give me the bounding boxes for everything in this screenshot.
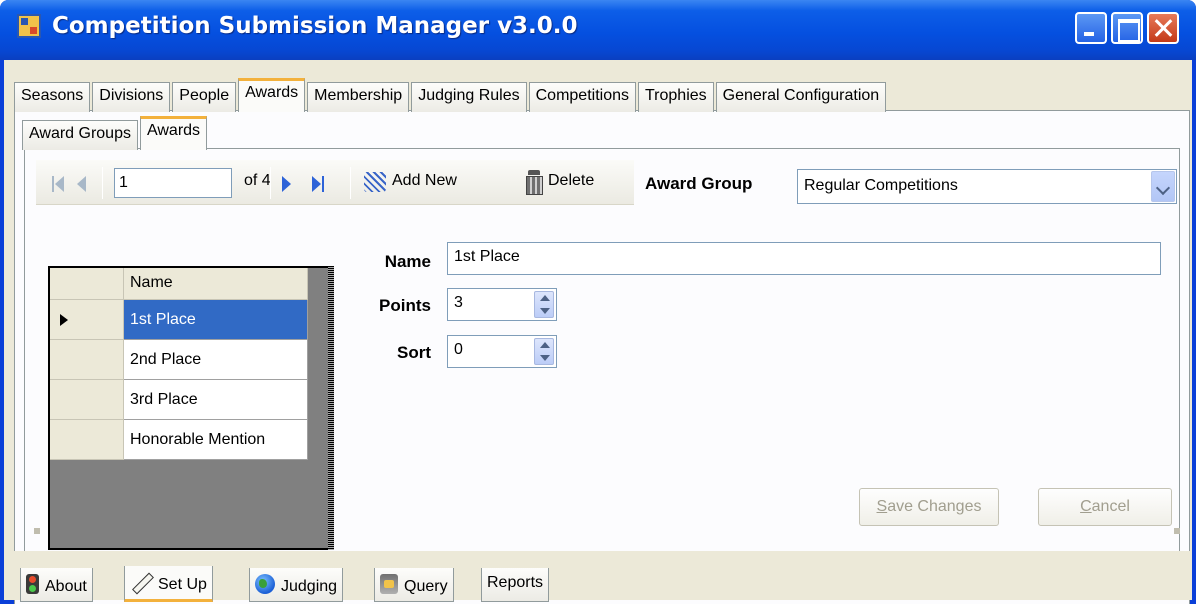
row-header[interactable]	[50, 340, 124, 380]
awards-grid[interactable]: Name 1st Place 2nd Place 3rd Place Honor…	[48, 266, 334, 550]
app-icon	[17, 14, 41, 38]
grid-cell-name[interactable]: Honorable Mention	[124, 420, 308, 460]
grid-cell-name[interactable]: 3rd Place	[124, 380, 308, 420]
tab-membership[interactable]: Membership	[307, 82, 410, 112]
tab-about[interactable]: About	[20, 568, 93, 602]
table-row[interactable]: 3rd Place	[50, 380, 308, 420]
name-input[interactable]: 1st Place	[447, 242, 1161, 275]
points-value: 3	[454, 294, 463, 311]
stepper-arrows-icon[interactable]	[534, 291, 554, 318]
title-bar[interactable]: Competition Submission Manager v3.0.0	[0, 0, 1196, 60]
tab-awards[interactable]: Awards	[238, 78, 306, 112]
cancel-button[interactable]: Cancel	[1038, 488, 1172, 526]
splitter-handle[interactable]	[328, 266, 334, 550]
position-input[interactable]: 1	[114, 168, 232, 198]
maximize-button[interactable]	[1111, 12, 1143, 44]
award-group-label: Award Group	[645, 174, 753, 193]
close-button[interactable]	[1147, 12, 1179, 44]
tab-set-up[interactable]: Set Up	[124, 566, 213, 602]
cancel-label: ancel	[1091, 498, 1130, 515]
table-row[interactable]: 2nd Place	[50, 340, 308, 380]
save-mnemonic: S	[876, 498, 888, 515]
cancel-mnemonic: C	[1080, 498, 1092, 515]
table-row[interactable]: Honorable Mention	[50, 420, 308, 460]
tab-general-configuration[interactable]: General Configuration	[715, 82, 887, 112]
window-title: Competition Submission Manager v3.0.0	[52, 13, 578, 39]
tab-query-label: Query	[404, 578, 448, 595]
tab-set-up-label: Set Up	[158, 576, 207, 593]
tab-seasons[interactable]: Seasons	[14, 82, 91, 112]
move-first-icon[interactable]	[52, 176, 66, 192]
toolbar-separator	[270, 167, 271, 199]
add-new-button[interactable]: Add New	[392, 172, 457, 190]
tab-trophies[interactable]: Trophies	[637, 82, 714, 112]
move-previous-icon[interactable]	[77, 176, 86, 192]
traffic-light-icon	[26, 574, 39, 594]
save-label: ave Changes	[887, 498, 982, 515]
column-header-name[interactable]: Name	[124, 268, 308, 300]
app-window: Competition Submission Manager v3.0.0 Se…	[0, 0, 1196, 604]
save-changes-button[interactable]: Save Changes	[859, 488, 999, 526]
award-group-selected: Regular Competitions	[804, 177, 958, 194]
row-header[interactable]	[50, 380, 124, 420]
grid-header-row: Name	[50, 268, 308, 300]
row-header[interactable]	[50, 300, 124, 340]
table-row[interactable]: 1st Place	[50, 300, 308, 340]
pencil-icon	[130, 572, 152, 592]
stepper-arrows-icon[interactable]	[534, 338, 554, 365]
toolbar-separator	[350, 167, 351, 199]
binding-navigator: 1 of 4 Add New Delete	[36, 160, 634, 205]
client-area: Seasons Divisions People Awards Membersh…	[4, 60, 1192, 604]
delete-icon[interactable]	[525, 170, 543, 195]
tab-competitions[interactable]: Competitions	[528, 82, 636, 112]
panel-grip	[34, 528, 40, 534]
sort-stepper[interactable]: 0	[447, 335, 557, 368]
award-group-select[interactable]: Regular Competitions	[797, 169, 1177, 204]
tab-query[interactable]: Query	[374, 568, 454, 602]
tab-judging-label: Judging	[281, 578, 338, 595]
chevron-down-icon[interactable]	[1151, 171, 1175, 202]
move-next-icon[interactable]	[282, 176, 291, 192]
record-count: of 4	[244, 172, 271, 189]
subtab-awards[interactable]: Awards	[139, 116, 208, 150]
panel-grip	[1174, 528, 1180, 534]
points-label: Points	[379, 296, 431, 315]
tab-divisions[interactable]: Divisions	[92, 82, 171, 112]
sort-value: 0	[454, 341, 463, 358]
main-tab-strip: Seasons Divisions People Awards Membersh…	[14, 78, 888, 112]
minimize-button[interactable]	[1075, 12, 1107, 44]
tab-reports-label: Reports	[487, 574, 544, 591]
grid-cell-name[interactable]: 2nd Place	[124, 340, 308, 380]
delete-button[interactable]: Delete	[548, 172, 594, 190]
sub-tab-strip: Award Groups Awards	[22, 116, 209, 150]
tab-judging[interactable]: Judging	[249, 568, 344, 602]
points-stepper[interactable]: 3	[447, 288, 557, 321]
tab-people[interactable]: People	[172, 82, 237, 112]
move-last-icon[interactable]	[312, 176, 326, 192]
subtab-award-groups[interactable]: Award Groups	[22, 120, 138, 150]
tab-about-label: About	[45, 578, 87, 595]
grid-cell-name[interactable]: 1st Place	[124, 300, 308, 340]
database-icon	[380, 574, 398, 594]
toolbar-separator	[102, 167, 103, 199]
current-row-icon	[60, 314, 68, 326]
row-header[interactable]	[50, 420, 124, 460]
name-label: Name	[384, 252, 431, 271]
globe-icon	[255, 574, 275, 594]
tab-judging-rules[interactable]: Judging Rules	[411, 82, 527, 112]
sort-label: Sort	[397, 343, 431, 362]
tab-reports[interactable]: Reports	[481, 568, 550, 602]
row-header-corner	[50, 268, 124, 300]
add-new-icon[interactable]	[364, 172, 386, 192]
